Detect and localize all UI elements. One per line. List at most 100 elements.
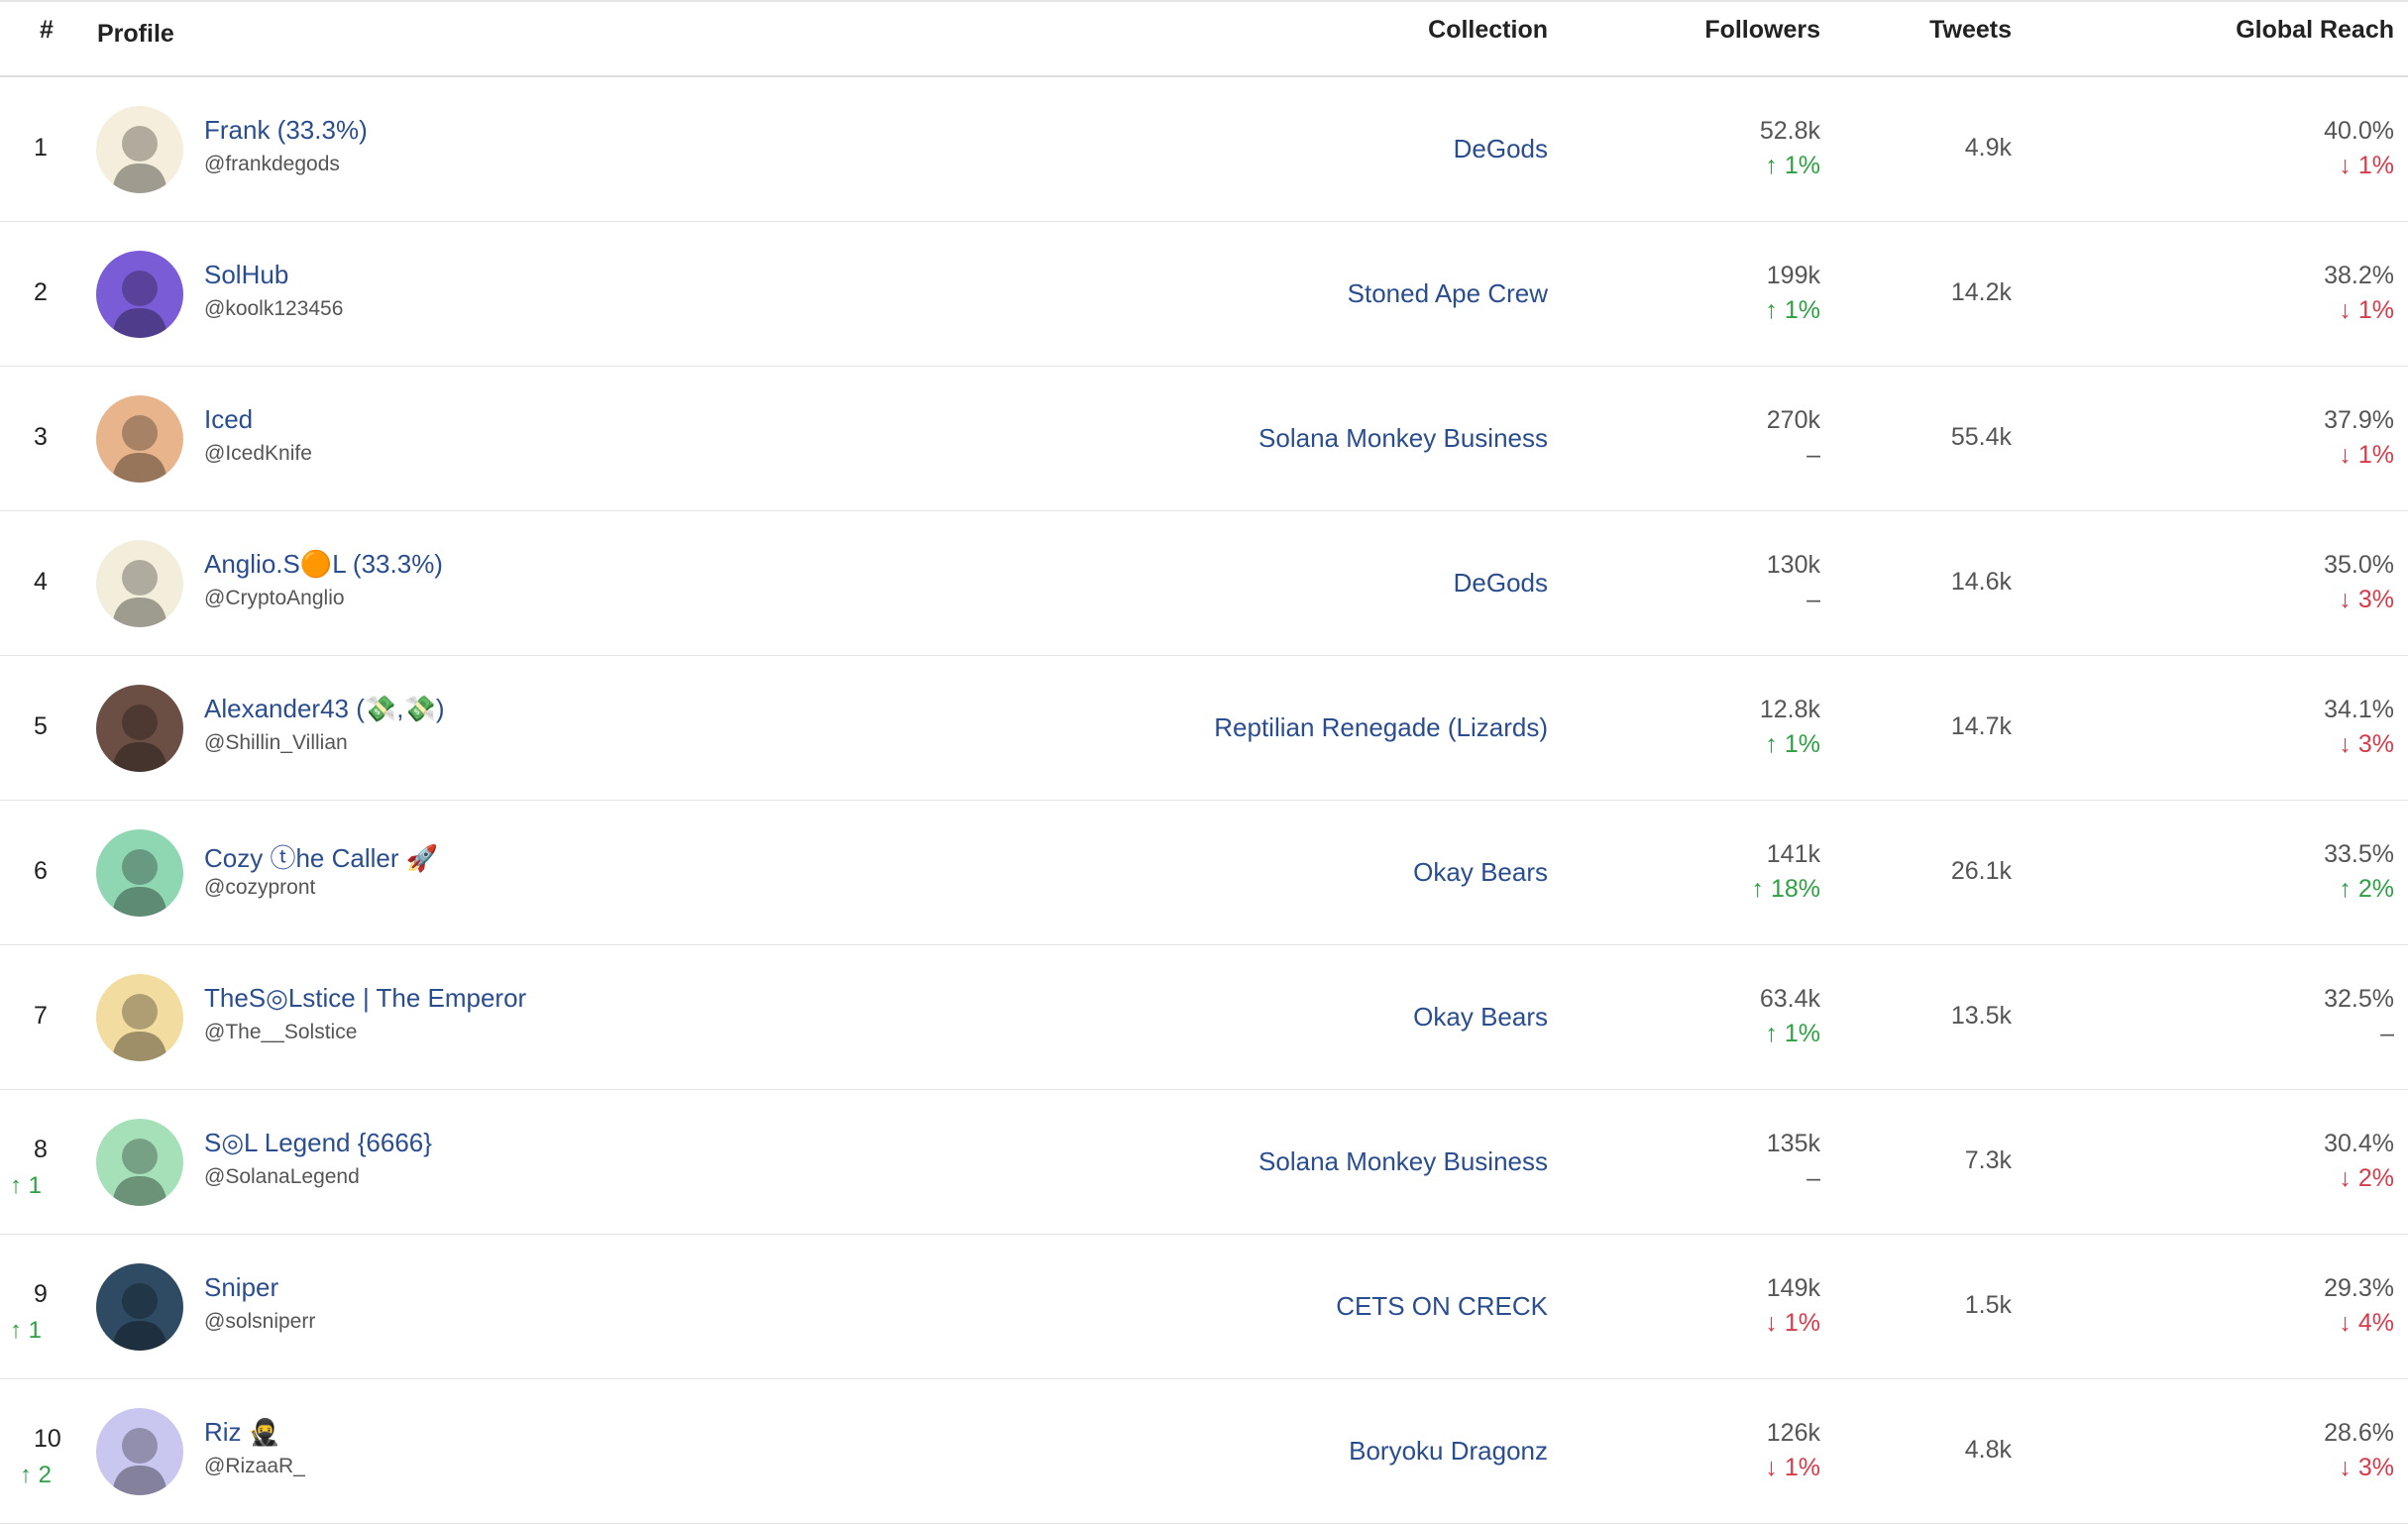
- profile-handle: @CryptoAnglio: [204, 587, 345, 609]
- profile-name-link[interactable]: Anglio.S🟠L (33.3%): [204, 549, 443, 580]
- followers-value: 63.4k: [1759, 985, 1820, 1013]
- avatar[interactable]: [96, 395, 183, 483]
- rank-cell: 7: [34, 1002, 48, 1031]
- global-reach-change: ↓ 3%: [2339, 586, 2394, 613]
- rank-number: 6: [34, 857, 48, 885]
- tweets-value: 4.9k: [1964, 134, 2012, 162]
- table-row[interactable]: 1 Frank (33.3%) @frankdegods DeGods 52.8…: [0, 77, 2408, 222]
- profile-handle: @SolanaLegend: [204, 1165, 360, 1188]
- collection-link[interactable]: DeGods: [1454, 568, 1548, 599]
- profile-name-link[interactable]: SolHub: [204, 260, 288, 290]
- avatar-image: [96, 829, 183, 917]
- followers-cell: 126k ↓ 1%: [1765, 1419, 1820, 1482]
- collection-link[interactable]: Solana Monkey Business: [1259, 423, 1548, 454]
- collection-link[interactable]: Stoned Ape Crew: [1348, 278, 1548, 309]
- profile-name-link[interactable]: Alexander43 (💸,💸): [204, 694, 445, 724]
- header-profile[interactable]: Profile: [97, 20, 174, 49]
- profile-name-link[interactable]: Sniper: [204, 1272, 278, 1303]
- table-row[interactable]: 6 Cozy ⓣhe Caller 🚀 @cozypront Okay Bear…: [0, 801, 2408, 945]
- global-reach-cell: 34.1% ↓ 3%: [2324, 696, 2394, 759]
- table-row[interactable]: 3 Iced @IcedKnife Solana Monkey Business…: [0, 367, 2408, 511]
- followers-value: 270k: [1766, 406, 1820, 434]
- collection-link[interactable]: Solana Monkey Business: [1259, 1146, 1548, 1177]
- profile-handle: @frankdegods: [204, 153, 340, 175]
- profile-name-link[interactable]: Riz 🥷: [204, 1417, 280, 1448]
- collection-link[interactable]: Reptilian Renegade (Lizards): [1214, 712, 1548, 743]
- followers-cell: 270k –: [1767, 406, 1820, 470]
- global-reach-value: 40.0%: [2324, 117, 2394, 145]
- header-global-reach[interactable]: Global Reach: [2236, 16, 2394, 45]
- profile-handle: @cozypront: [204, 876, 316, 899]
- rank-cell: 3: [34, 423, 48, 452]
- global-reach-change: ↓ 2%: [2339, 1164, 2394, 1192]
- table-row[interactable]: 7 TheS◎Lstice | The Emperor @The__Solsti…: [0, 945, 2408, 1090]
- table-row[interactable]: 5 Alexander43 (💸,💸) @Shillin_Villian Rep…: [0, 656, 2408, 801]
- profile-name-link[interactable]: Iced: [204, 404, 253, 435]
- rank-number: 9: [34, 1280, 48, 1308]
- avatar[interactable]: [96, 251, 183, 338]
- followers-value: 149k: [1766, 1274, 1820, 1302]
- avatar-image: [96, 1408, 183, 1495]
- profile-name-link[interactable]: TheS◎Lstice | The Emperor: [204, 983, 526, 1014]
- global-reach-cell: 30.4% ↓ 2%: [2324, 1130, 2394, 1193]
- header-rank[interactable]: #: [40, 16, 54, 45]
- avatar[interactable]: [96, 1119, 183, 1206]
- followers-change: ↑ 1%: [1765, 296, 1820, 324]
- leaderboard-table: # Profile Collection Followers Tweets Gl…: [0, 0, 2408, 1524]
- avatar[interactable]: [96, 829, 183, 917]
- collection-link[interactable]: Okay Bears: [1413, 857, 1548, 888]
- followers-cell: 12.8k ↑ 1%: [1760, 696, 1820, 759]
- rank-change: ↑ 2: [20, 1462, 53, 1488]
- global-reach-change: ↓ 1%: [2339, 441, 2394, 469]
- table-row[interactable]: 9 ↑ 1 Sniper @solsniperr CETS ON CRECK 1…: [0, 1235, 2408, 1379]
- avatar[interactable]: [96, 106, 183, 193]
- rank-cell: 9 ↑ 1: [10, 1280, 48, 1345]
- profile-handle: @IcedKnife: [204, 442, 312, 465]
- avatar-image: [96, 395, 183, 483]
- avatar[interactable]: [96, 974, 183, 1061]
- global-reach-value: 29.3%: [2324, 1274, 2394, 1302]
- global-reach-cell: 37.9% ↓ 1%: [2324, 406, 2394, 470]
- global-reach-value: 38.2%: [2324, 262, 2394, 289]
- global-reach-value: 33.5%: [2324, 840, 2394, 868]
- collection-link[interactable]: DeGods: [1454, 134, 1548, 164]
- followers-value: 141k: [1766, 840, 1820, 868]
- global-reach-change: –: [2380, 1020, 2394, 1047]
- followers-cell: 63.4k ↑ 1%: [1760, 985, 1820, 1048]
- collection-link[interactable]: Okay Bears: [1413, 1002, 1548, 1033]
- global-reach-change: ↓ 4%: [2339, 1309, 2394, 1337]
- avatar[interactable]: [96, 540, 183, 627]
- profile-name-link[interactable]: Frank (33.3%): [204, 115, 368, 146]
- avatar[interactable]: [96, 1263, 183, 1351]
- avatar-image: [96, 974, 183, 1061]
- header-tweets[interactable]: Tweets: [1929, 16, 2012, 45]
- profile-name-link[interactable]: S◎L Legend {6666}: [204, 1128, 432, 1158]
- rank-cell: 2: [34, 278, 48, 307]
- followers-change: ↑ 18%: [1751, 875, 1820, 903]
- header-collection[interactable]: Collection: [1428, 16, 1548, 45]
- avatar[interactable]: [96, 685, 183, 772]
- header-followers[interactable]: Followers: [1704, 16, 1820, 45]
- avatar-image: [96, 251, 183, 338]
- table-body: 1 Frank (33.3%) @frankdegods DeGods 52.8…: [0, 77, 2408, 1524]
- global-reach-change: ↓ 3%: [2339, 730, 2394, 758]
- table-row[interactable]: 2 SolHub @koolk123456 Stoned Ape Crew 19…: [0, 222, 2408, 367]
- followers-change: –: [1806, 1164, 1820, 1192]
- collection-link[interactable]: Boryoku Dragonz: [1349, 1436, 1548, 1467]
- avatar-image: [96, 1119, 183, 1206]
- global-reach-change: ↓ 3%: [2339, 1454, 2394, 1481]
- followers-cell: 52.8k ↑ 1%: [1760, 117, 1820, 180]
- table-row[interactable]: 8 ↑ 1 S◎L Legend {6666} @SolanaLegend So…: [0, 1090, 2408, 1235]
- collection-link[interactable]: CETS ON CRECK: [1336, 1291, 1548, 1322]
- avatar[interactable]: [96, 1408, 183, 1495]
- profile-name-link[interactable]: Cozy ⓣhe Caller 🚀: [204, 838, 438, 875]
- global-reach-change: ↓ 1%: [2339, 296, 2394, 324]
- global-reach-value: 37.9%: [2324, 406, 2394, 434]
- followers-cell: 149k ↓ 1%: [1765, 1274, 1820, 1338]
- followers-value: 126k: [1766, 1419, 1820, 1447]
- global-reach-cell: 29.3% ↓ 4%: [2324, 1274, 2394, 1338]
- tweets-value: 55.4k: [1950, 423, 2012, 451]
- table-row[interactable]: 4 Anglio.S🟠L (33.3%) @CryptoAnglio DeGod…: [0, 511, 2408, 656]
- table-row[interactable]: 10 ↑ 2 Riz 🥷 @RizaaR_ Boryoku Dragonz 12…: [0, 1379, 2408, 1524]
- rank-number: 1: [34, 134, 48, 162]
